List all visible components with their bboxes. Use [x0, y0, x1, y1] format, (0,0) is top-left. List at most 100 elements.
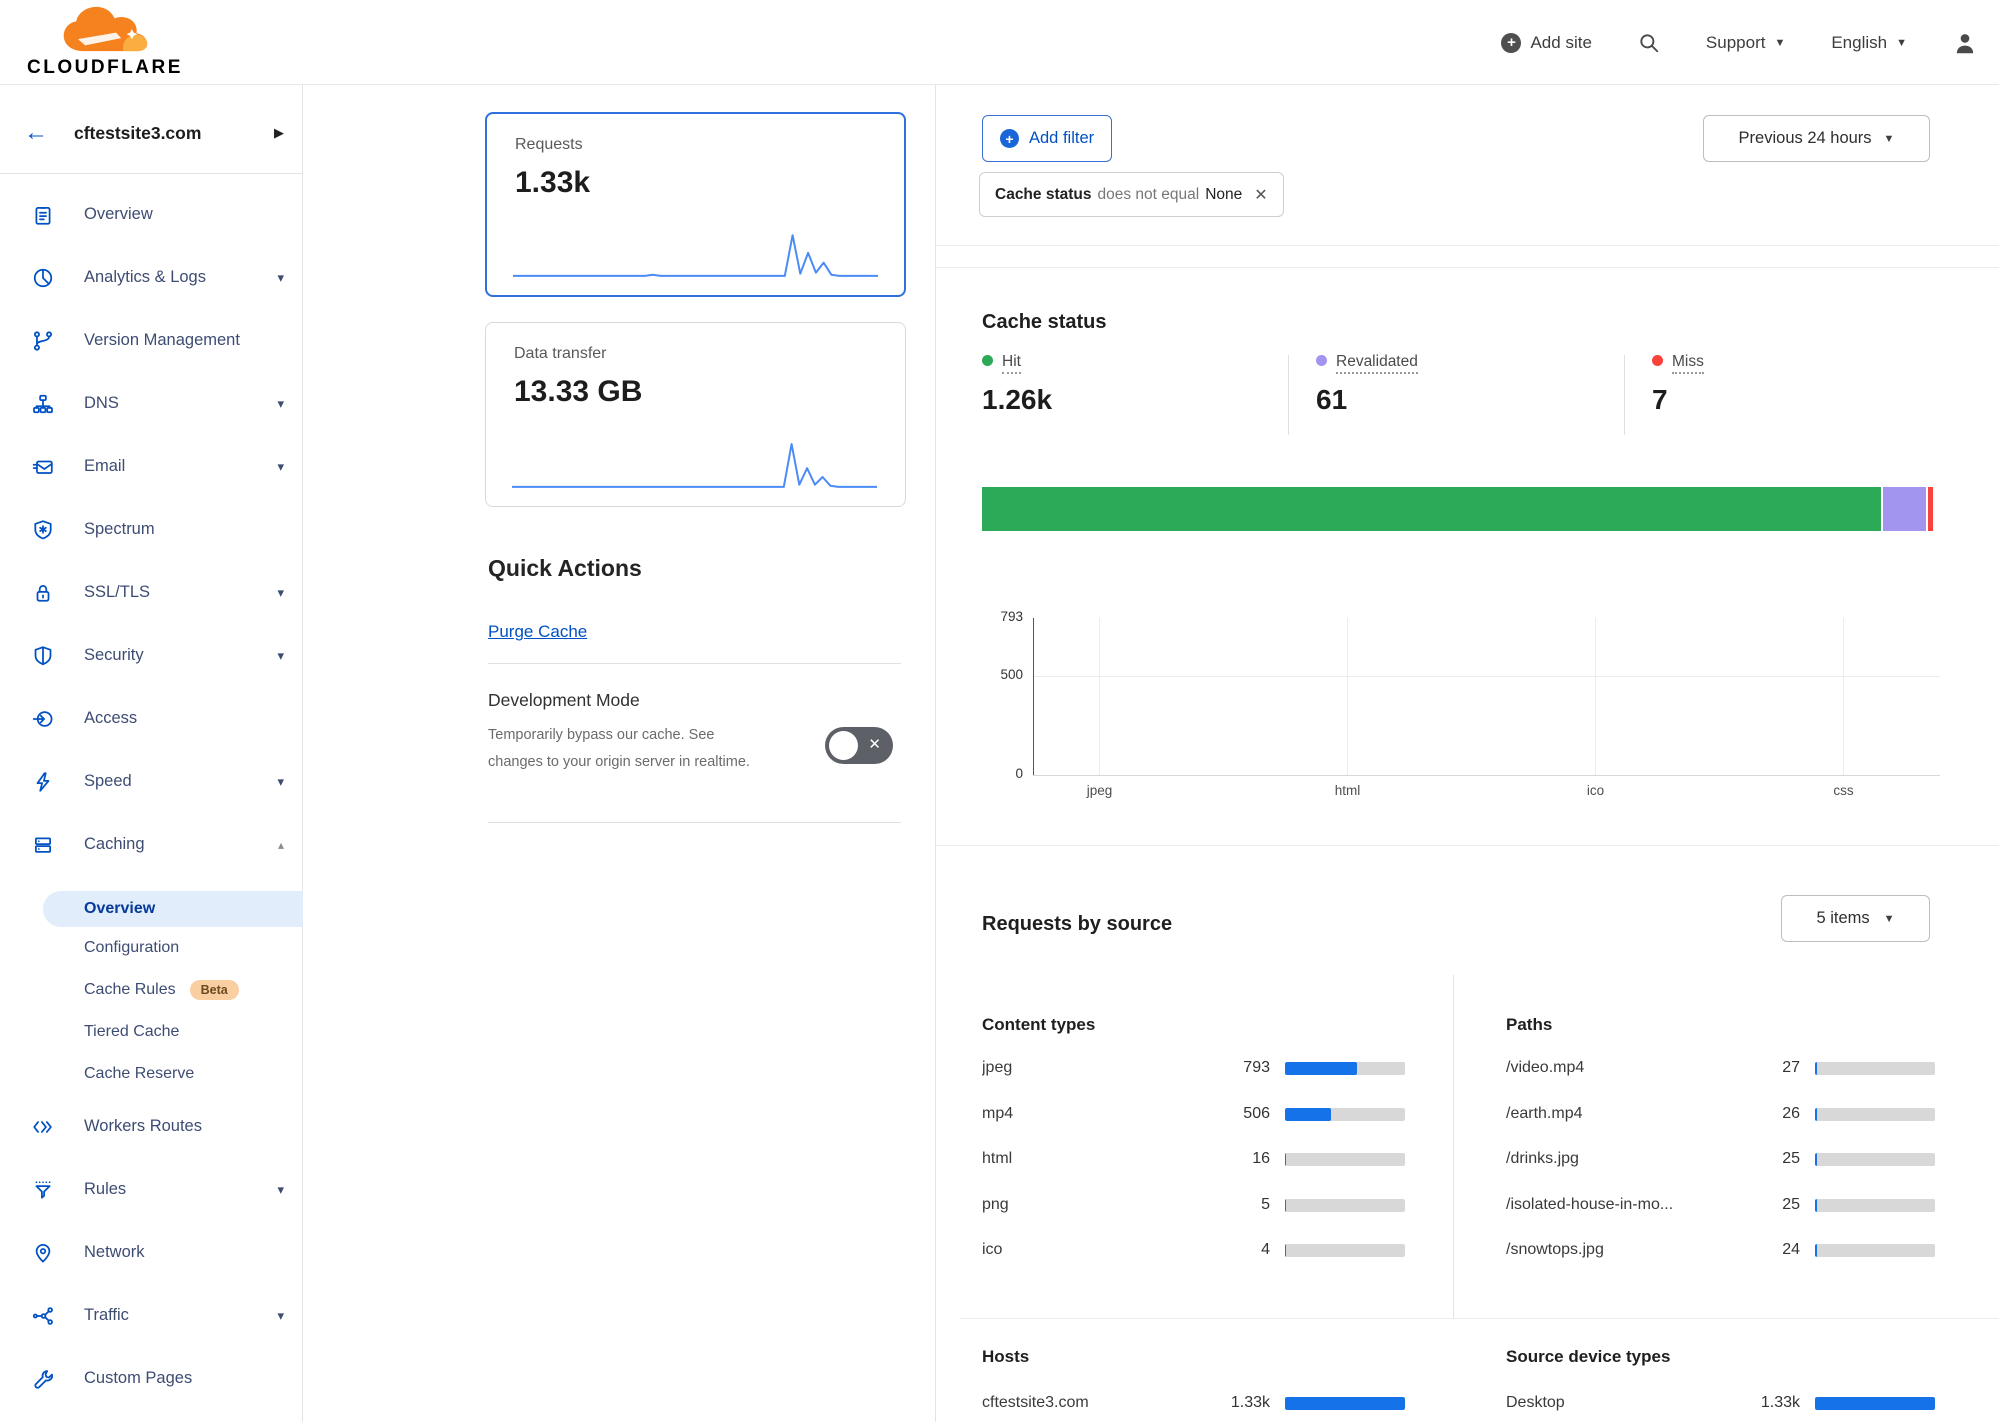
sidebar-item-caching[interactable]: Caching ▴ — [0, 813, 302, 876]
sidebar-item-traffic[interactable]: Traffic ▾ — [0, 1284, 302, 1347]
table-row[interactable]: /drinks.jpg25 — [1506, 1141, 1935, 1177]
sidebar-item-security[interactable]: Security ▾ — [0, 624, 302, 687]
revalidated-label[interactable]: Revalidated — [1336, 353, 1418, 374]
x-label-ico: ico — [1539, 783, 1652, 798]
analytics-panel: + Add filter Previous 24 hours ▼ Cache s… — [936, 85, 1999, 1422]
miss-segment[interactable] — [1928, 487, 1933, 531]
site-switcher[interactable]: ← cftestsite3.com ▶ — [0, 103, 302, 163]
table-row[interactable]: /video.mp427 — [1506, 1050, 1935, 1086]
sidebar-item-label: Overview — [84, 205, 153, 224]
submenu-item-label: Tiered Cache — [84, 1023, 179, 1041]
sidebar-item-ssl-tls[interactable]: SSL/TLS ▾ — [0, 561, 302, 624]
table-row[interactable]: cftestsite3.com1.33k — [982, 1385, 1405, 1421]
divider — [488, 663, 901, 664]
gridline-500 — [1033, 676, 1940, 677]
items-count-dropdown[interactable]: 5 items ▼ — [1781, 895, 1930, 942]
chevron-down-icon: ▾ — [277, 270, 284, 286]
sidebar-item-label: Caching — [84, 835, 145, 854]
chevron-down-icon: ▼ — [1884, 913, 1895, 925]
sidebar-item-email[interactable]: Email ▾ — [0, 435, 302, 498]
value-bar — [1815, 1153, 1935, 1166]
sidebar-item-network[interactable]: Network — [0, 1221, 302, 1284]
revalidated-segment[interactable] — [1883, 487, 1926, 531]
table-row[interactable]: /isolated-house-in-mo...25 — [1506, 1187, 1935, 1223]
add-site-label: Add site — [1530, 33, 1591, 53]
filter-operator: does not equal — [1097, 186, 1199, 204]
miss-label[interactable]: Miss — [1672, 353, 1704, 374]
sidebar-item-custom-pages[interactable]: Custom Pages — [0, 1347, 302, 1410]
submenu-item-tiered-cache[interactable]: Tiered Cache — [0, 1011, 302, 1053]
table-row[interactable]: mp4506 — [982, 1096, 1405, 1132]
login-arrow-icon — [32, 708, 54, 730]
chevron-down-icon: ▾ — [277, 774, 284, 790]
value-bar — [1285, 1062, 1405, 1075]
source-device-types-title: Source device types — [1506, 1347, 1670, 1367]
shield-burst-icon — [32, 519, 54, 541]
chevron-right-icon[interactable]: ▶ — [274, 125, 284, 141]
data-transfer-value: 13.33 GB — [514, 375, 642, 409]
submenu-item-overview[interactable]: Overview — [0, 891, 302, 927]
purge-cache-link[interactable]: Purge Cache — [488, 622, 587, 642]
filter-value: None — [1205, 186, 1242, 204]
table-row[interactable]: /earth.mp426 — [1506, 1096, 1935, 1132]
cloudflare-dashboard: CLOUDFLARE + Add site Support ▼ English … — [0, 0, 1999, 1422]
sidebar-item-dns[interactable]: DNS ▾ — [0, 372, 302, 435]
sidebar-item-label: Traffic — [84, 1306, 129, 1325]
miss-value: 7 — [1652, 384, 1704, 416]
items-count-label: 5 items — [1816, 909, 1869, 928]
table-row[interactable]: html16 — [982, 1141, 1405, 1177]
remove-filter-icon[interactable]: ✕ — [1254, 185, 1267, 205]
sidebar-item-workers-routes[interactable]: Workers Routes — [0, 1095, 302, 1158]
language-menu[interactable]: English ▼ — [1831, 33, 1907, 53]
table-row[interactable]: png5 — [982, 1187, 1405, 1223]
add-filter-button[interactable]: + Add filter — [982, 115, 1112, 162]
sidebar-item-overview[interactable]: Overview — [0, 183, 302, 246]
submenu-item-cache-reserve[interactable]: Cache Reserve — [0, 1053, 302, 1095]
code-brackets-icon — [32, 1116, 54, 1138]
sidebar-nav-lower: Workers Routes Rules ▾ Network Traffic ▾… — [0, 1095, 302, 1410]
sidebar-item-label: Email — [84, 457, 125, 476]
submenu-item-cache-rules[interactable]: Cache Rules Beta — [0, 969, 302, 1011]
sidebar-item-rules[interactable]: Rules ▾ — [0, 1158, 302, 1221]
search-button[interactable] — [1638, 32, 1660, 54]
table-row[interactable]: Desktop1.33k — [1506, 1385, 1935, 1421]
filter-chip[interactable]: Cache status does not equal None ✕ — [979, 172, 1284, 217]
sidebar-item-version-management[interactable]: Version Management — [0, 309, 302, 372]
table-row[interactable]: /snowtops.jpg24 — [1506, 1232, 1935, 1268]
share-nodes-icon — [32, 1305, 54, 1327]
submenu-item-configuration[interactable]: Configuration — [0, 927, 302, 969]
sidebar-item-access[interactable]: Access — [0, 687, 302, 750]
time-range-dropdown[interactable]: Previous 24 hours ▼ — [1703, 115, 1930, 162]
stat-revalidated: Revalidated 61 — [1316, 353, 1418, 416]
plus-icon: + — [1000, 129, 1019, 148]
back-arrow-icon[interactable]: ← — [24, 121, 48, 145]
selected-pill — [43, 891, 303, 927]
y-axis — [1033, 618, 1034, 775]
sidebar-item-spectrum[interactable]: Spectrum — [0, 498, 302, 561]
sidebar-item-label: SSL/TLS — [84, 583, 150, 602]
value-bar — [1815, 1062, 1935, 1075]
add-site-button[interactable]: + Add site — [1501, 33, 1591, 53]
miss-dot-icon — [1652, 355, 1663, 366]
data-transfer-card[interactable]: Data transfer 13.33 GB — [485, 322, 906, 507]
beta-badge: Beta — [190, 980, 239, 1000]
development-mode-toggle[interactable]: ✕ — [825, 727, 893, 764]
cache-status-title: Cache status — [982, 311, 1107, 334]
requests-card[interactable]: Requests 1.33k — [485, 112, 906, 297]
table-row[interactable]: ico4 — [982, 1232, 1405, 1268]
paths-title: Paths — [1506, 1015, 1552, 1035]
sidebar-item-speed[interactable]: Speed ▾ — [0, 750, 302, 813]
lock-icon — [32, 582, 54, 604]
cloudflare-logo[interactable]: CLOUDFLARE — [25, 4, 185, 79]
sidebar-item-analytics[interactable]: Analytics & Logs ▾ — [0, 246, 302, 309]
git-branch-icon — [32, 330, 54, 352]
hit-segment[interactable] — [982, 487, 1881, 531]
account-button[interactable] — [1953, 31, 1977, 55]
hit-value: 1.26k — [982, 384, 1052, 416]
support-menu[interactable]: Support ▼ — [1706, 33, 1785, 53]
chevron-down-icon: ▾ — [277, 396, 284, 412]
value-bar — [1285, 1108, 1405, 1121]
table-row[interactable]: jpeg793 — [982, 1050, 1405, 1086]
sidebar-item-label: Network — [84, 1243, 145, 1262]
hit-label[interactable]: Hit — [1002, 353, 1021, 374]
